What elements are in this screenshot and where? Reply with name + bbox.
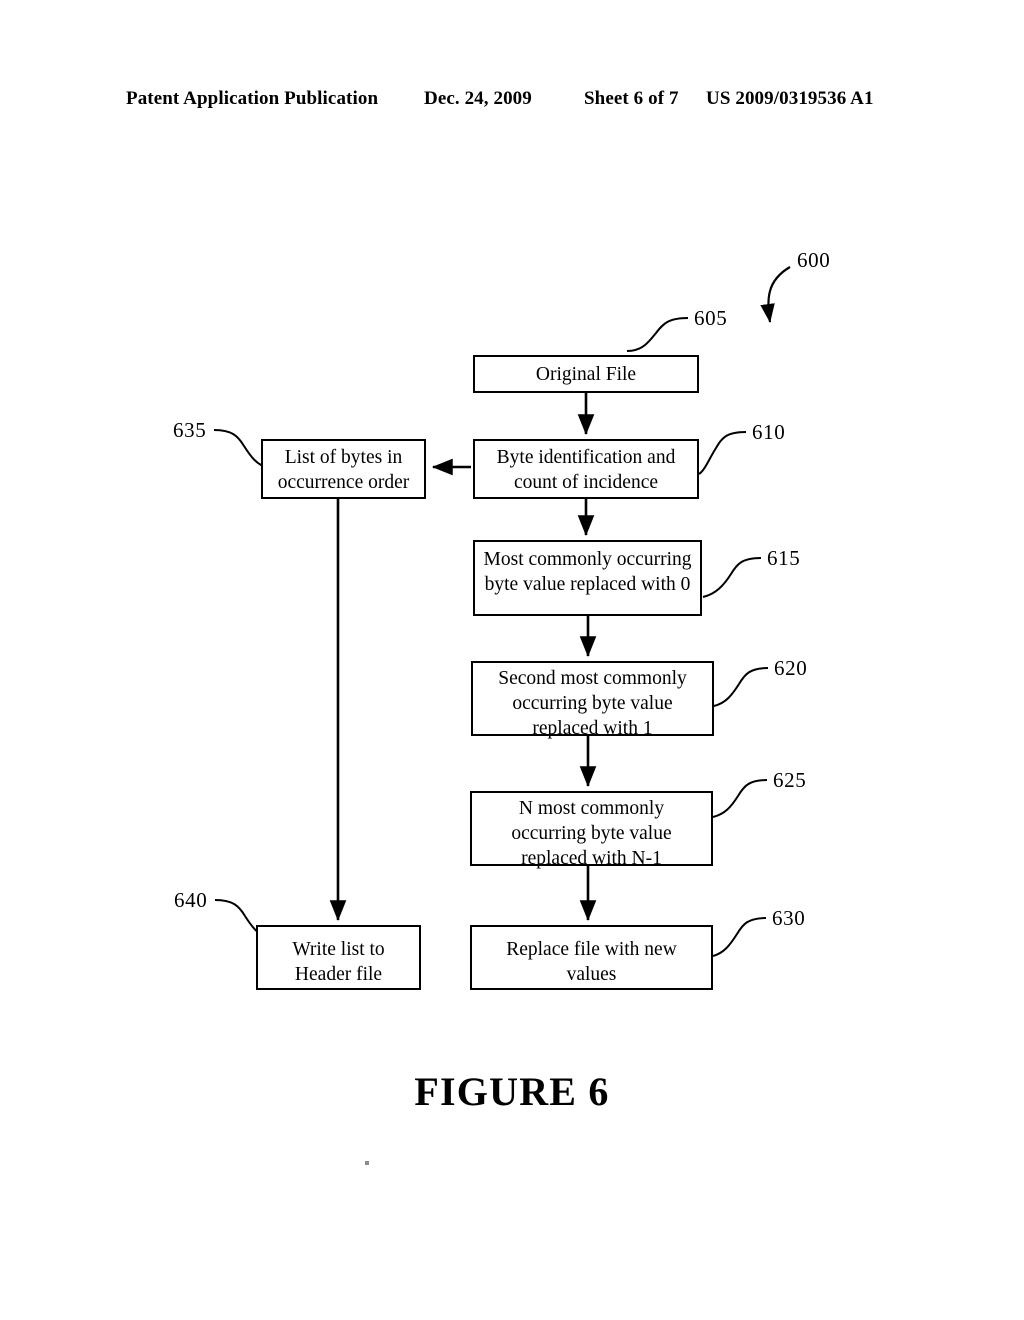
flow-node-label: Write list to Header file — [292, 939, 385, 985]
reference-numeral-625: 625 — [773, 768, 807, 792]
reference-numeral-640: 640 — [174, 888, 208, 912]
flow-node-label: Byte identification and count of inciden… — [496, 447, 676, 493]
flow-node-n-most-common-replaced-n-1[interactable]: N most commonly occurring byte value rep… — [470, 791, 713, 869]
flow-node-label: Replace file with new values — [506, 939, 677, 985]
reference-numeral-600: 600 — [797, 248, 831, 272]
reference-numeral-620: 620 — [774, 656, 808, 680]
flow-node-second-most-common-replaced-1[interactable]: Second most commonly occurring byte valu… — [471, 661, 714, 739]
flow-node-label: Second most commonly occurring byte valu… — [498, 668, 687, 739]
header-publication-label: Patent Application Publication — [126, 88, 379, 109]
flow-node-most-common-replaced-0[interactable]: Most commonly occurring byte value repla… — [473, 540, 702, 616]
flow-node-list-of-bytes[interactable]: List of bytes in occurrence order — [261, 439, 426, 499]
flow-node-original-file[interactable]: Original File — [473, 355, 699, 393]
reference-numeral-615: 615 — [767, 546, 801, 570]
page-header: Patent Application Publication Dec. 24, … — [0, 88, 1024, 114]
flow-node-label: N most commonly occurring byte value rep… — [511, 798, 672, 869]
reference-numeral-605: 605 — [694, 306, 728, 330]
flow-node-label: Original File — [535, 364, 637, 385]
reference-numeral-635: 635 — [173, 418, 207, 442]
flowchart-connectors — [213, 266, 791, 957]
patent-drawing-page: Patent Application Publication Dec. 24, … — [0, 0, 1024, 1320]
figure-caption: FIGURE 6 — [414, 1069, 610, 1114]
flow-node-write-list-to-header-file[interactable]: Write list to Header file — [256, 925, 421, 990]
reference-numeral-630: 630 — [772, 906, 806, 930]
header-publication-number: US 2009/0319536 A1 — [706, 88, 874, 109]
flow-node-label: Most commonly occurring byte value repla… — [483, 549, 692, 595]
header-date: Dec. 24, 2009 — [424, 88, 532, 109]
header-sheet-number: Sheet 6 of 7 — [584, 88, 679, 109]
scan-artifact-dot — [365, 1161, 369, 1165]
flow-node-byte-identification[interactable]: Byte identification and count of inciden… — [473, 439, 699, 499]
reference-numeral-610: 610 — [752, 420, 786, 444]
flow-node-replace-file-with-new-values[interactable]: Replace file with new values — [470, 925, 713, 990]
flow-node-label: List of bytes in occurrence order — [277, 447, 410, 493]
